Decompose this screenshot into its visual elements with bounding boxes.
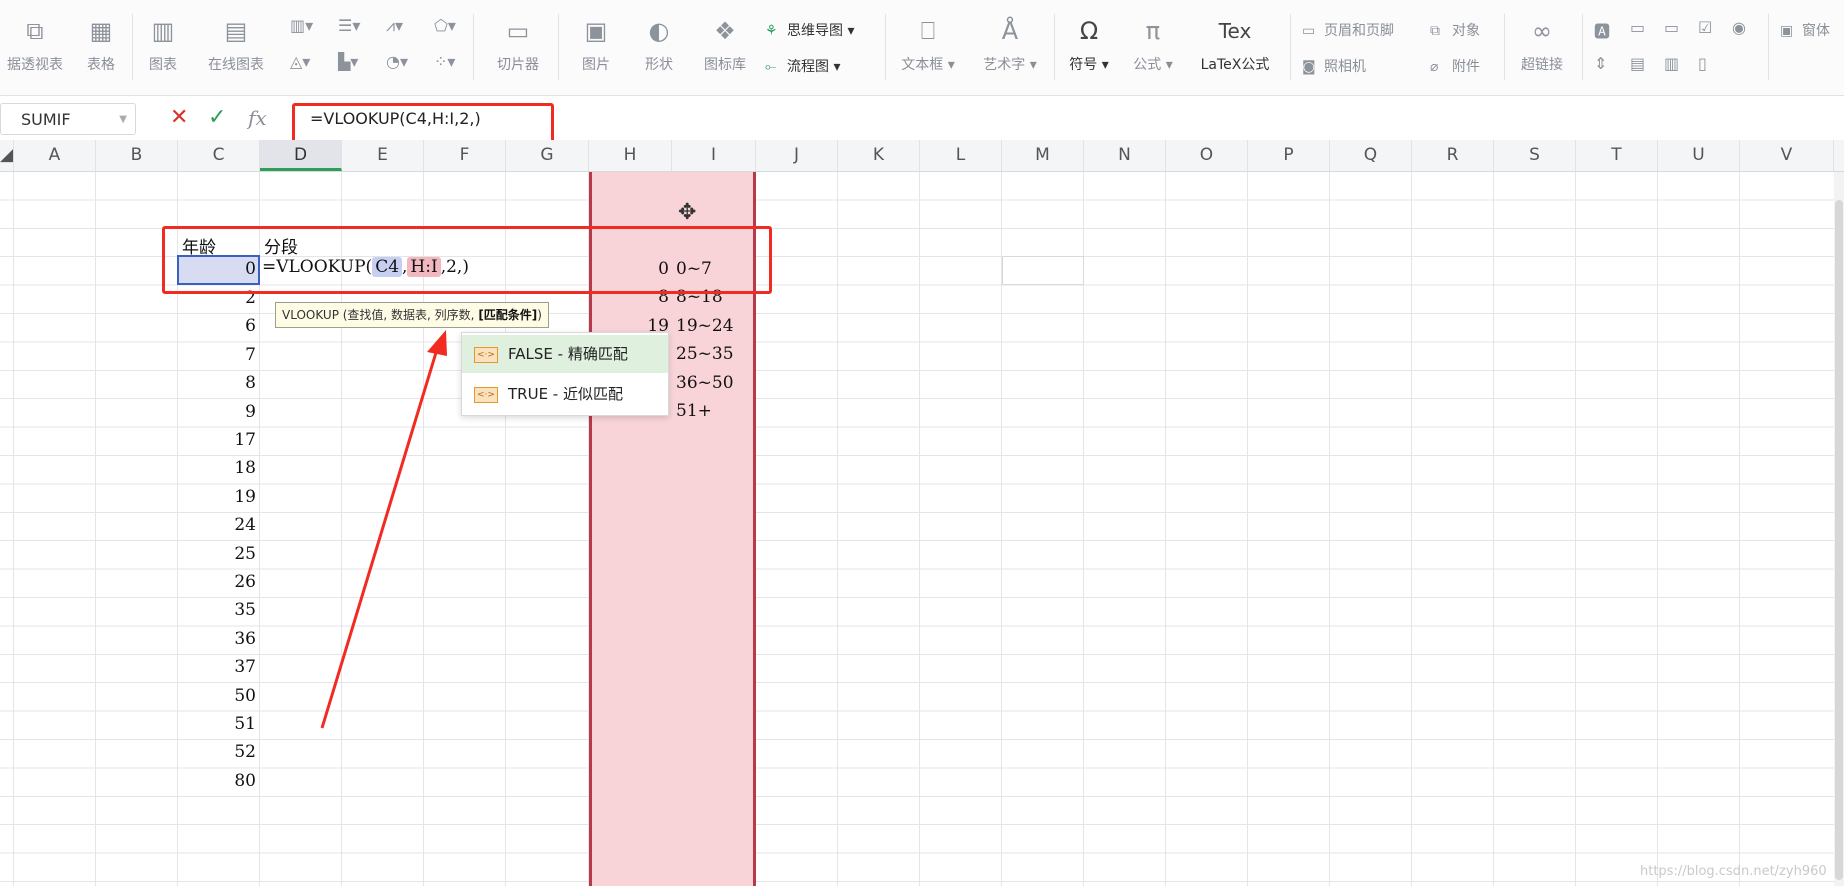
move-cursor-icon: ✥ <box>678 200 697 225</box>
watermark: https://blog.csdn.net/zyh960 <box>1640 864 1827 879</box>
scrollbar-thumb[interactable] <box>1835 200 1843 880</box>
annotation-arrow <box>320 330 447 729</box>
cell-m4[interactable] <box>1002 256 1084 285</box>
